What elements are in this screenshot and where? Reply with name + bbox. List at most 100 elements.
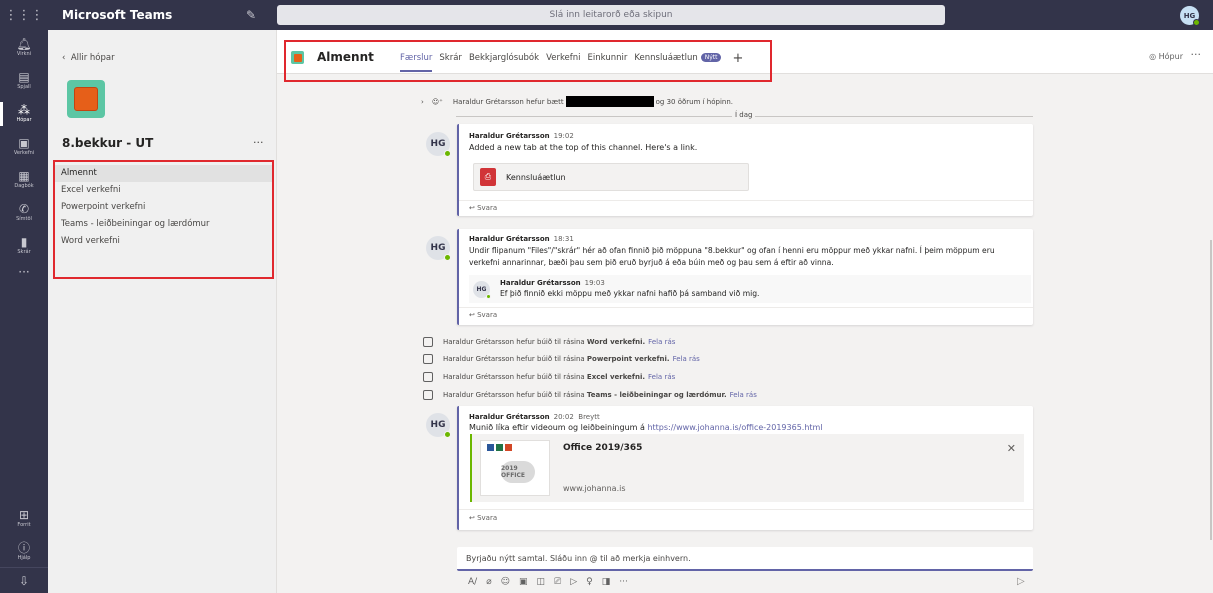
reply-time: 19:03 xyxy=(584,279,605,287)
channel-created-icon xyxy=(423,390,433,400)
highlight-box-tabs xyxy=(284,40,772,82)
reply-icon: ↩ xyxy=(469,514,478,522)
member-added-line: › ☺⁺ Haraldur Grétarsson hefur bætt og 3… xyxy=(421,96,733,107)
more-options-icon[interactable]: ··· xyxy=(619,577,628,587)
message-card: Haraldur Grétarsson 20:02 Breytt Munið lí… xyxy=(457,406,1033,530)
format-icon[interactable]: A/ xyxy=(468,577,477,587)
rail-chat[interactable]: ▤ Spjall xyxy=(0,65,48,96)
search-input[interactable]: Slá inn leitarorð eða skipun xyxy=(277,5,945,25)
rail-label: Verkefni xyxy=(13,149,35,156)
attach-icon[interactable]: ⌀ xyxy=(486,577,491,587)
tab-card-title: Kennsluáætlun xyxy=(506,172,566,182)
preview-thumbnail: 2019 OFFICE xyxy=(480,440,550,496)
more-apps-icon[interactable]: ··· xyxy=(0,265,48,285)
emoji-icon[interactable]: ☺ xyxy=(501,577,510,587)
redacted-name xyxy=(565,96,654,107)
teams-icon: ⁂ xyxy=(18,102,30,117)
rail-label: Forrit xyxy=(17,521,31,528)
rail-teams[interactable]: ⁂ Hópar xyxy=(0,98,48,129)
rail-label: Dagbók xyxy=(14,182,34,189)
reply-avatar[interactable]: HG xyxy=(473,281,491,299)
channel-created-icon xyxy=(423,354,433,364)
hide-channel-link[interactable]: Fela rás xyxy=(648,338,675,346)
sticker-icon[interactable]: ◫ xyxy=(537,577,546,587)
title-bar: ⋮⋮⋮ Microsoft Teams ✎ Slá inn leitarorð … xyxy=(0,0,1213,30)
message-author: Haraldur Grétarsson xyxy=(469,235,550,243)
calendar-icon: ▦ xyxy=(18,168,30,183)
system-message: Haraldur Grétarsson hefur búið til rásin… xyxy=(423,337,675,347)
rail-calls[interactable]: ✆ Símtöl xyxy=(0,197,48,228)
download-icon[interactable]: ⇩ xyxy=(0,567,48,593)
reply-header: Haraldur Grétarsson 19:03 xyxy=(500,279,605,287)
new-chat-icon[interactable]: ✎ xyxy=(246,8,276,22)
chevron-right-icon: › xyxy=(421,97,424,106)
hide-channel-link[interactable]: Fela rás xyxy=(648,373,675,381)
team-button[interactable]: ◎ Hópur xyxy=(1149,52,1183,61)
rail-label: Virkni xyxy=(16,50,32,57)
link-preview[interactable]: 2019 OFFICE Office 2019/365 www.johanna.… xyxy=(470,434,1024,502)
close-icon[interactable]: ✕ xyxy=(1007,442,1016,455)
rail-calendar[interactable]: ▦ Dagbók xyxy=(0,164,48,195)
user-avatar[interactable]: HG xyxy=(1180,6,1200,26)
files-icon: ▮ xyxy=(20,234,28,249)
member-added-text: Haraldur Grétarsson hefur bætt xyxy=(452,97,564,106)
rail-assignments[interactable]: ▣ Verkefni xyxy=(0,131,48,162)
member-added-rest: og 30 öðrum í hópinn. xyxy=(655,97,734,106)
preview-title: Office 2019/365 xyxy=(563,443,643,453)
message-header: Haraldur Grétarsson 19:02 xyxy=(469,132,574,140)
tab-card[interactable]: ⎙ Kennsluáætlun xyxy=(473,163,749,191)
system-text: Haraldur Grétarsson hefur búið til rásin… xyxy=(443,373,585,381)
compose-input[interactable]: Byrjaðu nýtt samtal. Sláðu inn @ til að … xyxy=(457,547,1033,571)
team-panel: ‹ Allir hópar 8.bekkur - UT ··· Almennt … xyxy=(48,30,277,593)
author-avatar[interactable]: HG xyxy=(426,132,451,157)
reply-label: Svara xyxy=(477,311,498,319)
rail-help[interactable]: ⓘ Hjálp xyxy=(0,536,48,567)
presence-dot xyxy=(1193,19,1200,26)
reply-button[interactable]: ↩ Svara xyxy=(469,204,497,212)
system-channel: Teams - leiðbeiningar og lærdómur. xyxy=(586,391,727,399)
send-icon[interactable]: ▷ xyxy=(1017,576,1025,587)
hide-channel-link[interactable]: Fela rás xyxy=(673,355,700,363)
day-label: Í dag xyxy=(732,111,756,119)
channel-created-icon xyxy=(423,372,433,382)
add-member-icon: ☺⁺ xyxy=(431,97,443,106)
system-message: Haraldur Grétarsson hefur búið til rásin… xyxy=(423,372,675,382)
message-header: Haraldur Grétarsson 18:31 xyxy=(469,235,574,243)
meet-now-icon[interactable]: ⎚ xyxy=(554,577,561,587)
scrollbar[interactable] xyxy=(1210,240,1212,540)
reply-button[interactable]: ↩ Svara xyxy=(469,311,497,319)
message-header: Haraldur Grétarsson 20:02 Breytt xyxy=(469,413,600,421)
hide-channel-link[interactable]: Fela rás xyxy=(730,391,757,399)
header-more-icon[interactable]: ··· xyxy=(1191,48,1202,61)
author-avatar[interactable]: HG xyxy=(426,236,451,261)
rail-activity[interactable]: 🔔︎ Virkni xyxy=(0,32,48,63)
all-teams-link[interactable]: ‹ Allir hópar xyxy=(62,53,115,63)
gif-icon[interactable]: ▣ xyxy=(519,577,528,587)
edited-label: Breytt xyxy=(578,413,600,421)
message-author: Haraldur Grétarsson xyxy=(469,413,550,421)
message-link[interactable]: https://www.johanna.is/office-2019365.ht… xyxy=(647,423,822,432)
praise-icon[interactable]: ♀ xyxy=(586,577,593,587)
message-time: 20:02 xyxy=(553,413,574,421)
all-teams-label: Allir hópar xyxy=(70,53,115,63)
office-logo-image: 2019 OFFICE xyxy=(501,461,535,483)
team-button-label: Hópur xyxy=(1158,52,1183,61)
reply-label: Svara xyxy=(477,514,498,522)
rail-label: Hópar xyxy=(16,116,32,123)
message-body-line: verkefni annarinnar, bæði þau sem þið er… xyxy=(469,258,834,267)
onenote-icon[interactable]: ◨ xyxy=(602,577,611,587)
system-channel: Excel verkefni. xyxy=(586,373,646,381)
stream-icon[interactable]: ▷ xyxy=(570,577,577,587)
system-channel: Powerpoint verkefni. xyxy=(586,355,670,363)
system-channel: Word verkefni. xyxy=(586,338,646,346)
author-avatar[interactable]: HG xyxy=(426,413,451,438)
rail-files[interactable]: ▮ Skrár xyxy=(0,230,48,261)
reply-thread: HG Haraldur Grétarsson 19:03 Ef þið finni… xyxy=(469,275,1031,303)
team-more-options-icon[interactable]: ··· xyxy=(253,136,264,149)
app-launcher-icon[interactable]: ⋮⋮⋮ xyxy=(0,0,48,30)
rail-label: Skrár xyxy=(17,248,31,255)
bell-icon: 🔔︎ xyxy=(16,36,32,51)
rail-apps[interactable]: ⊞ Forrit xyxy=(0,503,48,534)
reply-button[interactable]: ↩ Svara xyxy=(469,514,497,522)
team-name: 8.bekkur - UT xyxy=(62,136,154,150)
